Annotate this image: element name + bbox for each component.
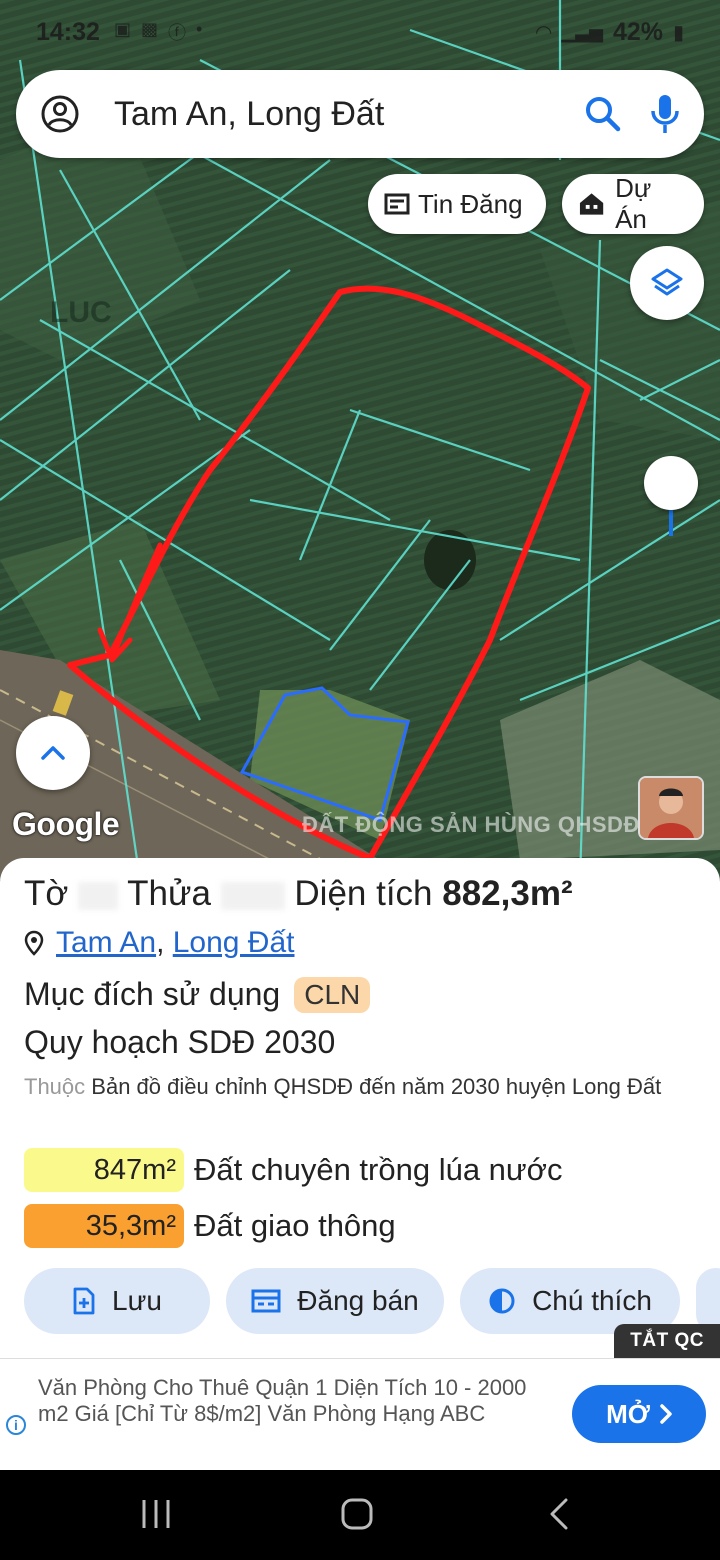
save-button-label: Lưu: [112, 1285, 162, 1316]
plot-label: Thửa: [127, 874, 211, 913]
google-logo: Google: [12, 806, 120, 842]
land-use-name: Đất giao thông: [194, 1208, 396, 1243]
ad-open-label: MỞ: [606, 1398, 650, 1429]
map-view[interactable]: LUC 14:32 ▣ ▩ ⓕ • ◠ ▁▃▅ 42% ▮ Tam An, Lo…: [0, 0, 720, 880]
save-button[interactable]: Lưu: [24, 1268, 210, 1334]
home-icon[interactable]: [341, 1498, 373, 1530]
microphone-icon[interactable]: [650, 93, 680, 135]
land-use-row: 847m² Đất chuyên trồng lúa nước: [24, 1148, 563, 1192]
projects-chip[interactable]: Dự Án: [562, 173, 704, 234]
search-input[interactable]: Tam An, Long Đất: [114, 95, 584, 134]
ad-text: Văn Phòng Cho Thuê Quận 1 Diện Tích 10 -…: [38, 1375, 527, 1426]
wifi-icon: ◠: [536, 21, 552, 44]
land-use-area: 35,3m²: [24, 1204, 184, 1248]
listings-chip-label: Tin Đăng: [418, 188, 523, 219]
search-bar[interactable]: Tam An, Long Đất: [16, 70, 704, 158]
post-for-sale-label: Đăng bán: [297, 1285, 419, 1316]
account-icon[interactable]: [40, 94, 80, 134]
ad-banner[interactable]: i Văn Phòng Cho Thuê Quận 1 Diện Tích 10…: [0, 1358, 720, 1470]
location-link-district[interactable]: Long Đất: [173, 926, 295, 959]
battery-level: 42%: [612, 17, 663, 46]
avatar-photo: [640, 778, 702, 838]
more-dot-icon: •: [195, 19, 203, 39]
building-icon: [579, 193, 604, 215]
facebook-icon: ⓕ: [167, 23, 186, 43]
location-link-ward[interactable]: Tam An: [56, 926, 156, 959]
newspaper-icon: [251, 1289, 281, 1313]
post-for-sale-button[interactable]: Đăng bán: [226, 1268, 444, 1334]
redacted-sheet-number: [78, 881, 119, 910]
plan-source-label: Thuộc: [24, 1074, 86, 1099]
contrast-icon: [489, 1288, 515, 1314]
land-use-row: 35,3m² Đất giao thông: [24, 1204, 396, 1248]
projects-chip-label: Dự Án: [615, 173, 652, 234]
chevron-up-icon: [41, 746, 65, 760]
plan-source-text: Bản đồ điều chỉnh QHSDĐ đến năm 2030 huy…: [91, 1074, 662, 1099]
ad-open-button[interactable]: MỞ: [572, 1385, 706, 1443]
layers-button[interactable]: [630, 246, 704, 320]
newspaper-icon: [384, 193, 410, 215]
legend-button-label: Chú thích: [532, 1285, 652, 1316]
back-icon[interactable]: [550, 1498, 568, 1530]
listings-chip[interactable]: Tin Đăng: [368, 174, 546, 234]
location-pin-icon: [24, 930, 44, 956]
redacted-plot-number: [220, 881, 285, 910]
nav-icons: [142, 1498, 568, 1530]
land-use-name: Đất chuyên trồng lúa nước: [194, 1152, 563, 1187]
opacity-slider[interactable]: [644, 456, 698, 540]
parcel-code-label: LUC: [50, 296, 112, 329]
zalo-icon: ▣: [113, 19, 131, 39]
plan-title: Quy hoạch SDĐ 2030: [24, 1024, 336, 1060]
search-icon[interactable]: [584, 95, 622, 133]
avatar[interactable]: [638, 776, 704, 840]
area-label: Diện tích: [294, 874, 433, 913]
status-time: 14:32: [36, 17, 100, 46]
add-file-icon: [73, 1287, 95, 1315]
parcel-location: Tam An, Long Đất: [24, 926, 295, 960]
battery-icon: ▮: [672, 21, 684, 44]
notification-icons: ▣ ▩ ⓕ •: [114, 19, 202, 45]
expand-up-button[interactable]: [16, 716, 90, 790]
hide-ad-button[interactable]: TẮT QC: [614, 1324, 720, 1358]
parcel-info-sheet[interactable]: Tờ Thửa Diện tích 882,3m² Tam An, Long Đ…: [0, 858, 720, 1358]
parcel-header: Tờ Thửa Diện tích 882,3m²: [24, 874, 573, 914]
chevron-right-icon: [660, 1404, 672, 1424]
info-icon[interactable]: i: [6, 1415, 26, 1435]
slider-handle[interactable]: [644, 456, 698, 510]
land-use-area: 847m²: [24, 1148, 184, 1192]
status-bar: 14:32 ▣ ▩ ⓕ • ◠ ▁▃▅ 42% ▮: [0, 0, 720, 64]
gallery-icon: ▩: [140, 19, 158, 39]
land-purpose: Mục đích sử dụng CLN: [24, 976, 371, 1013]
layers-icon: [651, 268, 683, 296]
sheet-label: Tờ: [24, 874, 69, 913]
area-value: 882,3m²: [442, 874, 573, 913]
signal-icon: ▁▃▅: [561, 21, 603, 42]
plan-source: Thuộc Bản đồ điều chỉnh QHSDĐ đến năm 20…: [24, 1070, 704, 1104]
purpose-label: Mục đích sử dụng: [24, 976, 281, 1012]
system-nav-bar: [0, 1470, 720, 1560]
recents-icon[interactable]: [142, 1500, 170, 1528]
purpose-badge: CLN: [294, 976, 371, 1013]
